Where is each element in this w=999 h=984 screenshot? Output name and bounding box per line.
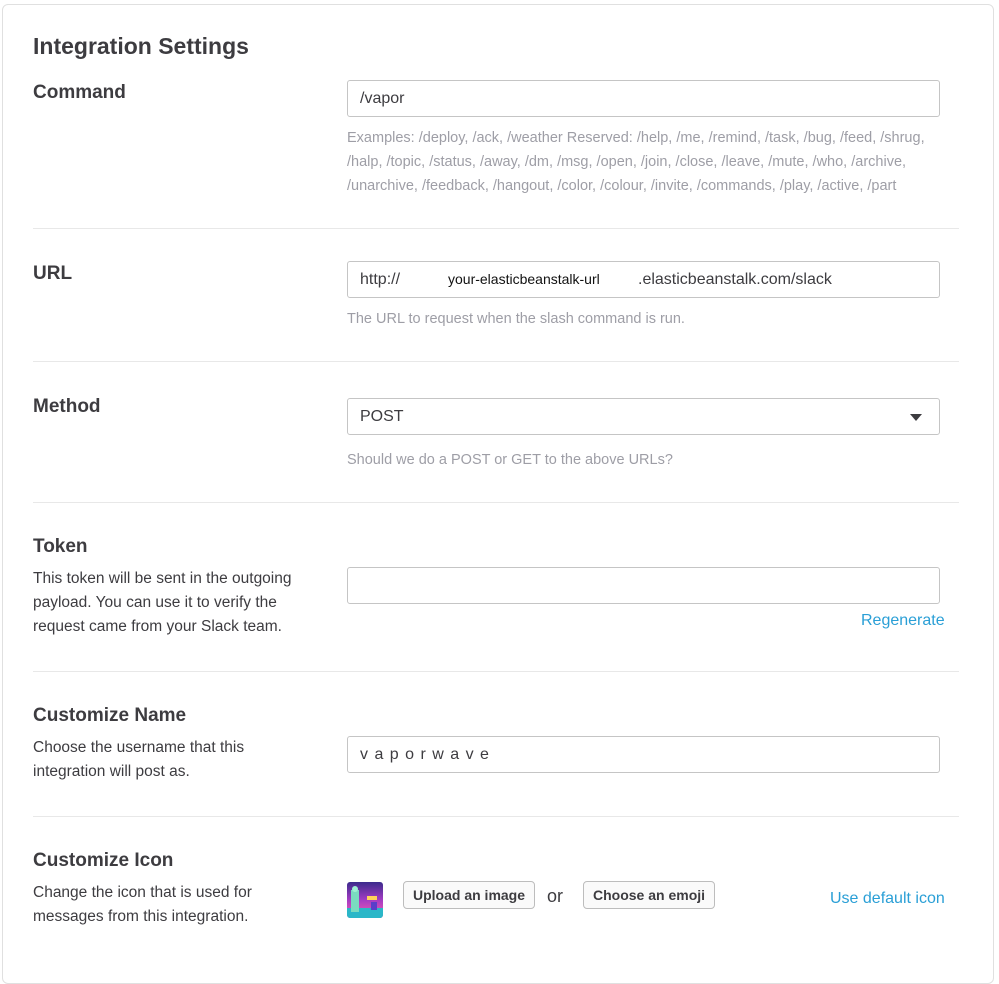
or-separator: or [547, 886, 564, 906]
command-input[interactable] [347, 80, 940, 117]
divider [33, 671, 959, 672]
upload-image-button[interactable]: Upload an image [403, 881, 536, 909]
token-input[interactable] [347, 567, 940, 604]
choose-emoji-button[interactable]: Choose an emoji [583, 881, 716, 909]
url-label: URL [33, 263, 73, 284]
method-label: Method [33, 396, 101, 417]
url-prefix: http:// [360, 271, 401, 288]
divider [33, 228, 959, 229]
url-section: URL http:// your-elasticbeanstalk-url .e… [33, 261, 959, 341]
url-placeholder-segment: your-elasticbeanstalk-url [448, 271, 600, 287]
url-help-text: The URL to request when the slash comman… [347, 311, 685, 327]
page-title: Integration Settings [33, 33, 249, 59]
method-selected-value: POST [360, 408, 404, 425]
divider [33, 816, 959, 817]
method-select[interactable]: POST [347, 398, 940, 435]
url-suffix: .elasticbeanstalk.com/slack [638, 271, 832, 288]
divider [33, 361, 959, 362]
caret-down-icon [910, 414, 922, 421]
vaporwave-avatar-icon [347, 882, 383, 918]
token-description: This token will be sent in the outgoing … [33, 570, 292, 635]
divider [33, 502, 959, 503]
url-input[interactable]: http:// your-elasticbeanstalk-url .elast… [347, 261, 940, 298]
username-input[interactable] [347, 736, 940, 773]
method-help-text: Should we do a POST or GET to the above … [347, 452, 673, 468]
command-section: Command Examples: /deploy, /ack, /weathe… [33, 80, 959, 200]
customize-name-label: Customize Name [33, 705, 187, 726]
token-label: Token [33, 536, 88, 557]
token-section: Token This token will be sent in the out… [33, 536, 959, 646]
customize-icon-section: Customize Icon Change the icon that is u… [33, 850, 959, 950]
use-default-icon-link[interactable]: Use default icon [830, 890, 945, 908]
command-label: Command [33, 82, 126, 103]
customize-name-description: Choose the username that this integratio… [33, 739, 245, 780]
customize-icon-label: Customize Icon [33, 850, 174, 871]
command-help-text: Examples: /deploy, /ack, /weather Reserv… [347, 130, 925, 194]
method-section: Method POST Should we do a POST or GET t… [33, 396, 959, 478]
customize-name-section: Customize Name Choose the username that … [33, 705, 959, 795]
regenerate-link[interactable]: Regenerate [861, 612, 945, 630]
customize-icon-description: Change the icon that is used for message… [33, 884, 252, 925]
